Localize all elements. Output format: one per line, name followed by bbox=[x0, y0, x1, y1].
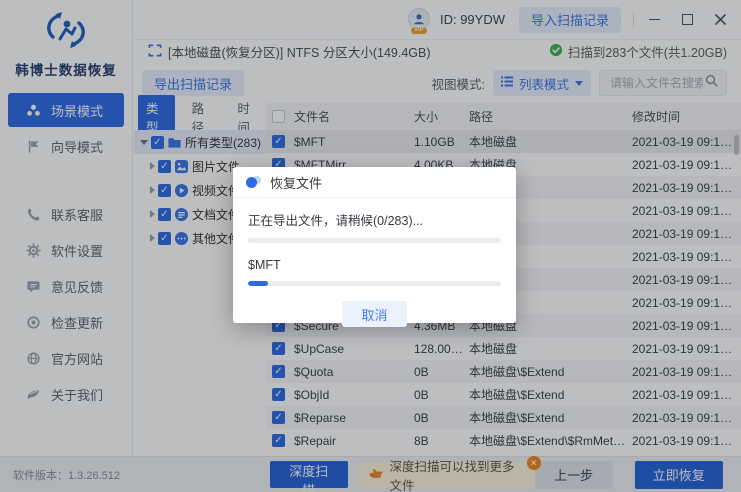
recover-files-modal: 恢复文件 正在导出文件，请稍候(0/283)... $MFT 取消 bbox=[233, 167, 516, 323]
modal-title-text: 恢复文件 bbox=[270, 173, 322, 192]
cancel-button[interactable]: 取消 bbox=[342, 301, 406, 327]
modal-actions: 取消 bbox=[248, 301, 501, 327]
modal-titlebar: 恢复文件 bbox=[233, 167, 516, 198]
export-status-text: 正在导出文件，请稍候(0/283)... bbox=[248, 210, 501, 229]
file-progress-bar bbox=[248, 281, 501, 286]
file-progress-fill bbox=[248, 281, 268, 286]
overall-progress-bar bbox=[248, 238, 501, 243]
app-window: 韩博士数据恢复 场景模式 向导模式 联系客服 bbox=[0, 0, 741, 492]
modal-body: 正在导出文件，请稍候(0/283)... $MFT 取消 bbox=[233, 198, 516, 327]
app-dot-icon bbox=[246, 176, 262, 188]
current-file-name: $MFT bbox=[248, 258, 501, 272]
